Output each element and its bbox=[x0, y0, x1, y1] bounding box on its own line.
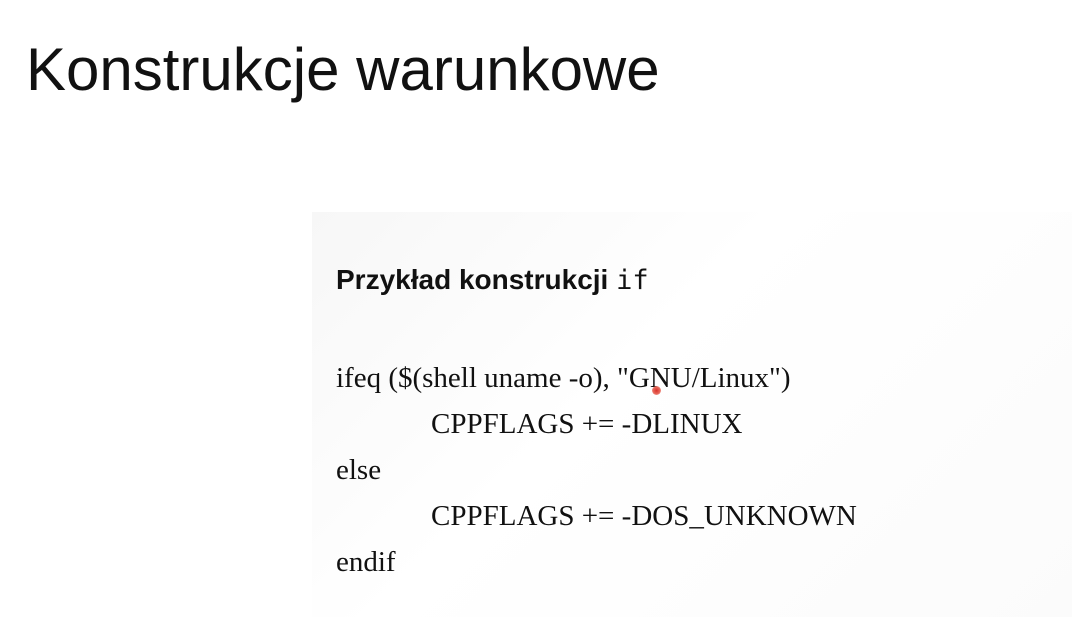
code-line-cppflags-unknown: CPPFLAGS += -DOS_UNKNOWN bbox=[431, 500, 857, 532]
code-line-endif: endif bbox=[336, 546, 396, 578]
code-line-ifeq: ifeq ($(shell uname -o), "GNU/Linux") bbox=[336, 362, 791, 394]
code-block: ifeq ($(shell uname -o), "GNU/Linux") CP… bbox=[336, 355, 857, 585]
laser-pointer-dot bbox=[652, 386, 661, 395]
example-heading-text: Przykład konstrukcji bbox=[336, 264, 609, 295]
example-heading: Przykład konstrukcji if bbox=[336, 262, 649, 299]
slide-title: Konstrukcje warunkowe bbox=[26, 36, 660, 103]
example-heading-keyword: if bbox=[616, 265, 649, 296]
code-line-else: else bbox=[336, 454, 382, 486]
code-line-cppflags-linux: CPPFLAGS += -DLINUX bbox=[431, 408, 743, 440]
